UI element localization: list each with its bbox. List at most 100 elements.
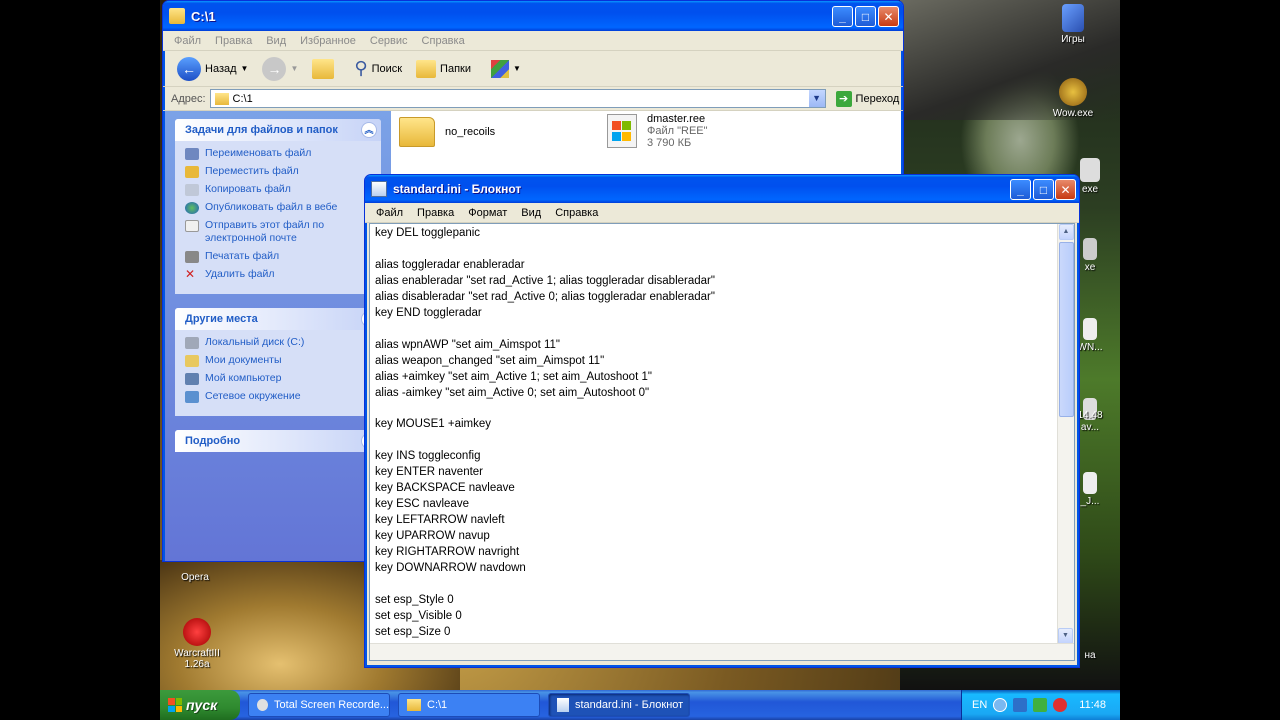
search-button[interactable]: ⚲ Поиск <box>350 56 406 81</box>
notepad-titlebar[interactable]: standard.ini - Блокнот _ □ ✕ <box>365 175 1079 203</box>
menu-file[interactable]: Файл <box>369 207 410 219</box>
place-local-disk[interactable]: Локальный диск (C:) <box>185 336 371 349</box>
task-move[interactable]: Переместить файл <box>185 165 371 178</box>
menu-edit[interactable]: Правка <box>410 207 461 219</box>
network-tray-icon[interactable] <box>1013 698 1028 712</box>
scroll-down-icon[interactable]: ▼ <box>1058 628 1073 644</box>
menu-help[interactable]: Справка <box>548 207 605 219</box>
vertical-scrollbar[interactable]: ▲ ▼ <box>1057 224 1074 644</box>
views-button[interactable]: ▼ <box>487 58 525 80</box>
task-explorer[interactable]: C:\1 <box>398 693 540 717</box>
task-rename[interactable]: Переименовать файл <box>185 147 371 160</box>
start-button[interactable]: пуск <box>160 690 240 720</box>
explorer-titlebar[interactable]: C:\1 _ □ ✕ <box>163 1 903 31</box>
taskbar: пуск Total Screen Recorde... C:\1 standa… <box>160 690 1120 720</box>
minimize-button[interactable]: _ <box>1010 179 1031 200</box>
desktop-icon-label: _J... <box>1080 496 1100 507</box>
address-label: Адрес: <box>171 92 206 105</box>
go-button[interactable]: ➔ Переход <box>830 90 899 107</box>
menu-favorites[interactable]: Избранное <box>293 35 363 47</box>
close-button[interactable]: ✕ <box>1055 179 1076 200</box>
place-label: Мой компьютер <box>205 372 282 384</box>
desktop-icon-warcraft[interactable]: WarcraftIII 1.26a <box>162 618 232 670</box>
language-indicator[interactable]: EN <box>972 699 987 711</box>
recorder-icon <box>257 699 269 711</box>
place-my-computer[interactable]: Мой компьютер <box>185 372 371 385</box>
globe-icon <box>185 202 199 214</box>
up-button[interactable] <box>308 57 338 81</box>
text-editor[interactable]: key DEL togglepanic alias toggleradar en… <box>369 223 1075 661</box>
address-value: C:\1 <box>232 92 253 105</box>
forward-button[interactable]: → ▼ <box>258 55 302 83</box>
task-label: Переименовать файл <box>205 147 312 159</box>
app-icon <box>1083 472 1097 494</box>
file-item-no-recoils[interactable]: no_recoils <box>399 117 495 147</box>
menu-tools[interactable]: Сервис <box>363 35 415 47</box>
scroll-thumb[interactable] <box>1059 242 1074 417</box>
folders-label: Папки <box>440 62 471 75</box>
desktop-icon-opera[interactable]: Opera <box>160 572 230 583</box>
folders-button[interactable]: Папки <box>412 58 475 80</box>
place-my-documents[interactable]: Мои документы <box>185 354 371 367</box>
file-size: 3 790 КБ <box>647 137 692 149</box>
explorer-menubar: Файл Правка Вид Избранное Сервис Справка <box>163 31 903 51</box>
editor-content[interactable]: key DEL togglepanic alias toggleradar en… <box>370 224 1074 644</box>
file-name: dmaster.ree <box>647 113 706 125</box>
recorder-tray-icon[interactable] <box>1053 698 1068 712</box>
address-input[interactable]: C:\1 ▼ <box>209 89 826 108</box>
collapse-icon[interactable]: ︽ <box>361 122 377 138</box>
maximize-button[interactable]: □ <box>855 6 876 27</box>
antivirus-tray-icon[interactable] <box>1033 698 1048 712</box>
clock[interactable]: 11:48 <box>1079 699 1106 711</box>
menu-help[interactable]: Справка <box>415 35 472 47</box>
panel-title: Задачи для файлов и папок <box>185 124 338 136</box>
back-button[interactable]: ← Назад ▼ <box>173 55 252 83</box>
folder-icon <box>399 117 435 147</box>
file-tasks-header[interactable]: Задачи для файлов и папок ︽ <box>175 119 381 141</box>
folder-icon <box>214 92 229 105</box>
task-publish[interactable]: Опубликовать файл в вебе <box>185 201 371 214</box>
task-print[interactable]: Печатать файл <box>185 250 371 263</box>
task-copy[interactable]: Копировать файл <box>185 183 371 196</box>
file-type: Файл "REE" <box>647 125 708 137</box>
horizontal-scrollbar[interactable] <box>370 643 1074 660</box>
desktop-icon-wow[interactable]: Wow.exe <box>1038 78 1108 119</box>
menu-edit[interactable]: Правка <box>208 35 259 47</box>
task-delete[interactable]: ✕ Удалить файл <box>185 268 371 281</box>
chevron-down-icon[interactable]: ▼ <box>808 90 825 107</box>
computer-icon <box>185 373 199 385</box>
go-arrow-icon: ➔ <box>835 90 852 107</box>
menu-format[interactable]: Формат <box>461 207 514 219</box>
address-bar: Адрес: C:\1 ▼ ➔ Переход <box>163 87 903 111</box>
minimize-button[interactable]: _ <box>832 6 853 27</box>
task-screen-recorder[interactable]: Total Screen Recorde... <box>248 693 390 717</box>
desktop-icon-games[interactable]: Игры <box>1038 4 1108 45</box>
scroll-up-icon[interactable]: ▲ <box>1058 224 1074 240</box>
file-item-dmaster[interactable]: dmaster.ree Файл "REE" 3 790 КБ <box>607 113 708 149</box>
details-header[interactable]: Подробно ︾ <box>175 430 381 452</box>
maximize-button[interactable]: □ <box>1033 179 1054 200</box>
windows-file-icon <box>607 114 637 148</box>
other-places-header[interactable]: Другие места ︽ <box>175 308 381 330</box>
task-notepad[interactable]: standard.ini - Блокнот <box>548 693 690 717</box>
close-button[interactable]: ✕ <box>878 6 899 27</box>
folder-icon <box>407 699 421 711</box>
details-panel: Подробно ︾ <box>175 430 381 452</box>
task-email[interactable]: Отправить этот файл по электронной почте <box>185 219 371 245</box>
menu-view[interactable]: Вид <box>259 35 293 47</box>
menu-file[interactable]: Файл <box>167 35 208 47</box>
other-places-panel: Другие места ︽ Локальный диск (C:) Мои д… <box>175 308 381 416</box>
games-icon <box>1062 4 1084 32</box>
place-label: Локальный диск (C:) <box>205 336 305 348</box>
menu-view[interactable]: Вид <box>514 207 548 219</box>
desktop-icon-label: 14.48 <box>1077 410 1103 421</box>
desktop-icon-label: Wow.exe <box>1052 108 1094 119</box>
task-label: Total Screen Recorde... <box>274 699 389 711</box>
chevron-down-icon: ▼ <box>512 64 521 73</box>
tray-chevron-icon[interactable] <box>993 698 1008 712</box>
search-icon: ⚲ <box>354 58 368 78</box>
place-network[interactable]: Сетевое окружение <box>185 390 371 403</box>
app-icon <box>1083 318 1097 340</box>
warcraft-icon <box>183 618 211 646</box>
forward-arrow-icon: → <box>262 56 287 81</box>
